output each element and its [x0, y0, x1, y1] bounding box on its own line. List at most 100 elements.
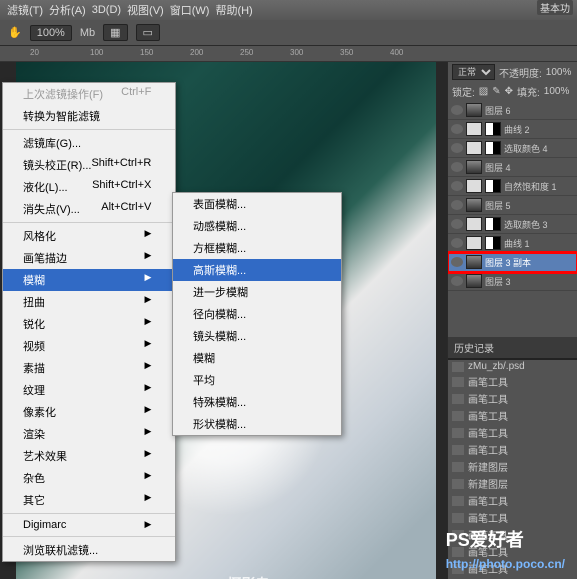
layer-thumbnail[interactable] — [466, 198, 482, 212]
layer-mask-thumbnail[interactable] — [485, 217, 501, 231]
visibility-icon[interactable] — [451, 219, 463, 229]
visibility-icon[interactable] — [451, 200, 463, 210]
layer-name[interactable]: 图层 3 — [485, 275, 511, 288]
submenu-item[interactable]: 方框模糊... — [173, 237, 341, 259]
opacity-value[interactable]: 100% — [546, 67, 572, 78]
menu-item[interactable]: 渲染▶ — [3, 423, 175, 445]
menu-item[interactable]: 液化(L)...Shift+Ctrl+X — [3, 176, 175, 198]
layer-thumbnail[interactable] — [466, 236, 482, 250]
menu-item[interactable]: 像素化▶ — [3, 401, 175, 423]
layers-panel[interactable]: 图层 6 曲线 2 选取颜色 4 图层 4 自然饱和度 1 图层 5 选取颜色 3 曲线 1 图… — [448, 101, 577, 337]
menu-item[interactable]: 风格化▶ — [3, 225, 175, 247]
visibility-icon[interactable] — [451, 238, 463, 248]
layer-name[interactable]: 选取颜色 4 — [504, 142, 548, 155]
menu-filter[interactable]: 滤镜(T) — [4, 2, 46, 18]
layer-thumbnail[interactable] — [466, 160, 482, 174]
menu-item[interactable]: 视频▶ — [3, 335, 175, 357]
layer-row[interactable]: 图层 3 — [448, 272, 577, 291]
filter-menu-dropdown[interactable]: 上次滤镜操作(F)Ctrl+F转换为智能滤镜滤镜库(G)...镜头校正(R)..… — [2, 82, 176, 562]
history-step[interactable]: 画笔工具 — [448, 373, 577, 390]
layer-thumbnail[interactable] — [466, 274, 482, 288]
layer-thumbnail[interactable] — [466, 255, 482, 269]
history-step[interactable]: 新建图层 — [448, 475, 577, 492]
menu-help[interactable]: 帮助(H) — [212, 2, 255, 18]
workspace-switcher[interactable]: 基本功 — [537, 0, 573, 15]
menu-item[interactable]: 画笔描边▶ — [3, 247, 175, 269]
layer-thumbnail[interactable] — [466, 103, 482, 117]
menu-item[interactable]: 消失点(V)...Alt+Ctrl+V — [3, 198, 175, 220]
layer-mask-thumbnail[interactable] — [485, 236, 501, 250]
submenu-item[interactable]: 模糊 — [173, 347, 341, 369]
submenu-item[interactable]: 进一步模糊 — [173, 281, 341, 303]
menu-item[interactable]: 素描▶ — [3, 357, 175, 379]
menu-item[interactable]: 锐化▶ — [3, 313, 175, 335]
screen-mode-icon[interactable]: ▭ — [136, 24, 160, 41]
layer-row[interactable]: 选取颜色 4 — [448, 139, 577, 158]
fill-value[interactable]: 100% — [544, 86, 570, 97]
visibility-icon[interactable] — [451, 162, 463, 172]
history-step[interactable]: 新建图层 — [448, 458, 577, 475]
layer-thumbnail[interactable] — [466, 141, 482, 155]
submenu-item[interactable]: 高斯模糊... — [173, 259, 341, 281]
visibility-icon[interactable] — [451, 257, 463, 267]
history-step[interactable]: 画笔工具 — [448, 492, 577, 509]
layer-row[interactable]: 曲线 2 — [448, 120, 577, 139]
layer-name[interactable]: 选取颜色 3 — [504, 218, 548, 231]
menu-item[interactable]: 镜头校正(R)...Shift+Ctrl+R — [3, 154, 175, 176]
submenu-item[interactable]: 形状模糊... — [173, 413, 341, 435]
layer-mask-thumbnail[interactable] — [485, 141, 501, 155]
layer-name[interactable]: 自然饱和度 1 — [504, 180, 557, 193]
visibility-icon[interactable] — [451, 143, 463, 153]
layer-row[interactable]: 选取颜色 3 — [448, 215, 577, 234]
layer-name[interactable]: 曲线 2 — [504, 123, 530, 136]
zoom-level[interactable]: 100% — [30, 25, 72, 41]
submenu-item[interactable]: 径向模糊... — [173, 303, 341, 325]
hand-tool-icon[interactable]: ✋ — [8, 26, 22, 39]
layer-name[interactable]: 图层 5 — [485, 199, 511, 212]
menu-window[interactable]: 窗口(W) — [167, 2, 213, 18]
menu-item[interactable]: Digimarc▶ — [3, 516, 175, 534]
layer-row[interactable]: 自然饱和度 1 — [448, 177, 577, 196]
layer-mask-thumbnail[interactable] — [485, 179, 501, 193]
application-menubar[interactable]: 滤镜(T) 分析(A) 3D(D) 视图(V) 窗口(W) 帮助(H) 基本功 — [0, 0, 577, 20]
blur-submenu-dropdown[interactable]: 表面模糊...动感模糊...方框模糊...高斯模糊...进一步模糊径向模糊...… — [172, 192, 342, 436]
menu-item[interactable]: 上次滤镜操作(F)Ctrl+F — [3, 83, 175, 105]
visibility-icon[interactable] — [451, 181, 463, 191]
submenu-item[interactable]: 动感模糊... — [173, 215, 341, 237]
visibility-icon[interactable] — [451, 276, 463, 286]
history-step[interactable]: 画笔工具 — [448, 441, 577, 458]
layer-row[interactable]: 图层 4 — [448, 158, 577, 177]
menu-item[interactable]: 模糊▶ — [3, 269, 175, 291]
visibility-icon[interactable] — [451, 105, 463, 115]
layer-row[interactable]: 图层 5 — [448, 196, 577, 215]
menu-item[interactable]: 其它▶ — [3, 489, 175, 511]
menu-item[interactable]: 滤镜库(G)... — [3, 132, 175, 154]
submenu-item[interactable]: 镜头模糊... — [173, 325, 341, 347]
layer-thumbnail[interactable] — [466, 179, 482, 193]
menu-item[interactable]: 扭曲▶ — [3, 291, 175, 313]
layer-name[interactable]: 图层 3 副本 — [485, 256, 531, 269]
document-canvas[interactable]: POCO 摄影专 上次滤镜操作(F)Ctrl+F转换为智能滤镜滤镜库(G)...… — [0, 62, 447, 579]
menu-view[interactable]: 视图(V) — [124, 2, 167, 18]
layer-row[interactable]: 图层 6 — [448, 101, 577, 120]
layer-row[interactable]: 曲线 1 — [448, 234, 577, 253]
layer-row[interactable]: 图层 3 副本 — [448, 253, 577, 272]
menu-3d[interactable]: 3D(D) — [89, 4, 124, 16]
grid-icon[interactable]: ▦ — [103, 24, 127, 41]
lock-pixels-icon[interactable]: ✎ — [492, 86, 500, 97]
menu-item[interactable]: 转换为智能滤镜 — [3, 105, 175, 127]
menu-item[interactable]: 杂色▶ — [3, 467, 175, 489]
history-step[interactable]: 画笔工具 — [448, 390, 577, 407]
blend-mode-select[interactable]: 正常 — [452, 64, 495, 80]
layer-name[interactable]: 图层 6 — [485, 104, 511, 117]
layer-thumbnail[interactable] — [466, 122, 482, 136]
footer-link[interactable]: http://photo.poco.cn/ — [446, 557, 565, 571]
lock-position-icon[interactable]: ✥ — [505, 86, 513, 97]
visibility-icon[interactable] — [451, 124, 463, 134]
lock-transparency-icon[interactable]: ▨ — [479, 86, 488, 97]
submenu-item[interactable]: 表面模糊... — [173, 193, 341, 215]
menu-analysis[interactable]: 分析(A) — [46, 2, 89, 18]
layer-mask-thumbnail[interactable] — [485, 122, 501, 136]
layer-name[interactable]: 图层 4 — [485, 161, 511, 174]
layer-name[interactable]: 曲线 1 — [504, 237, 530, 250]
